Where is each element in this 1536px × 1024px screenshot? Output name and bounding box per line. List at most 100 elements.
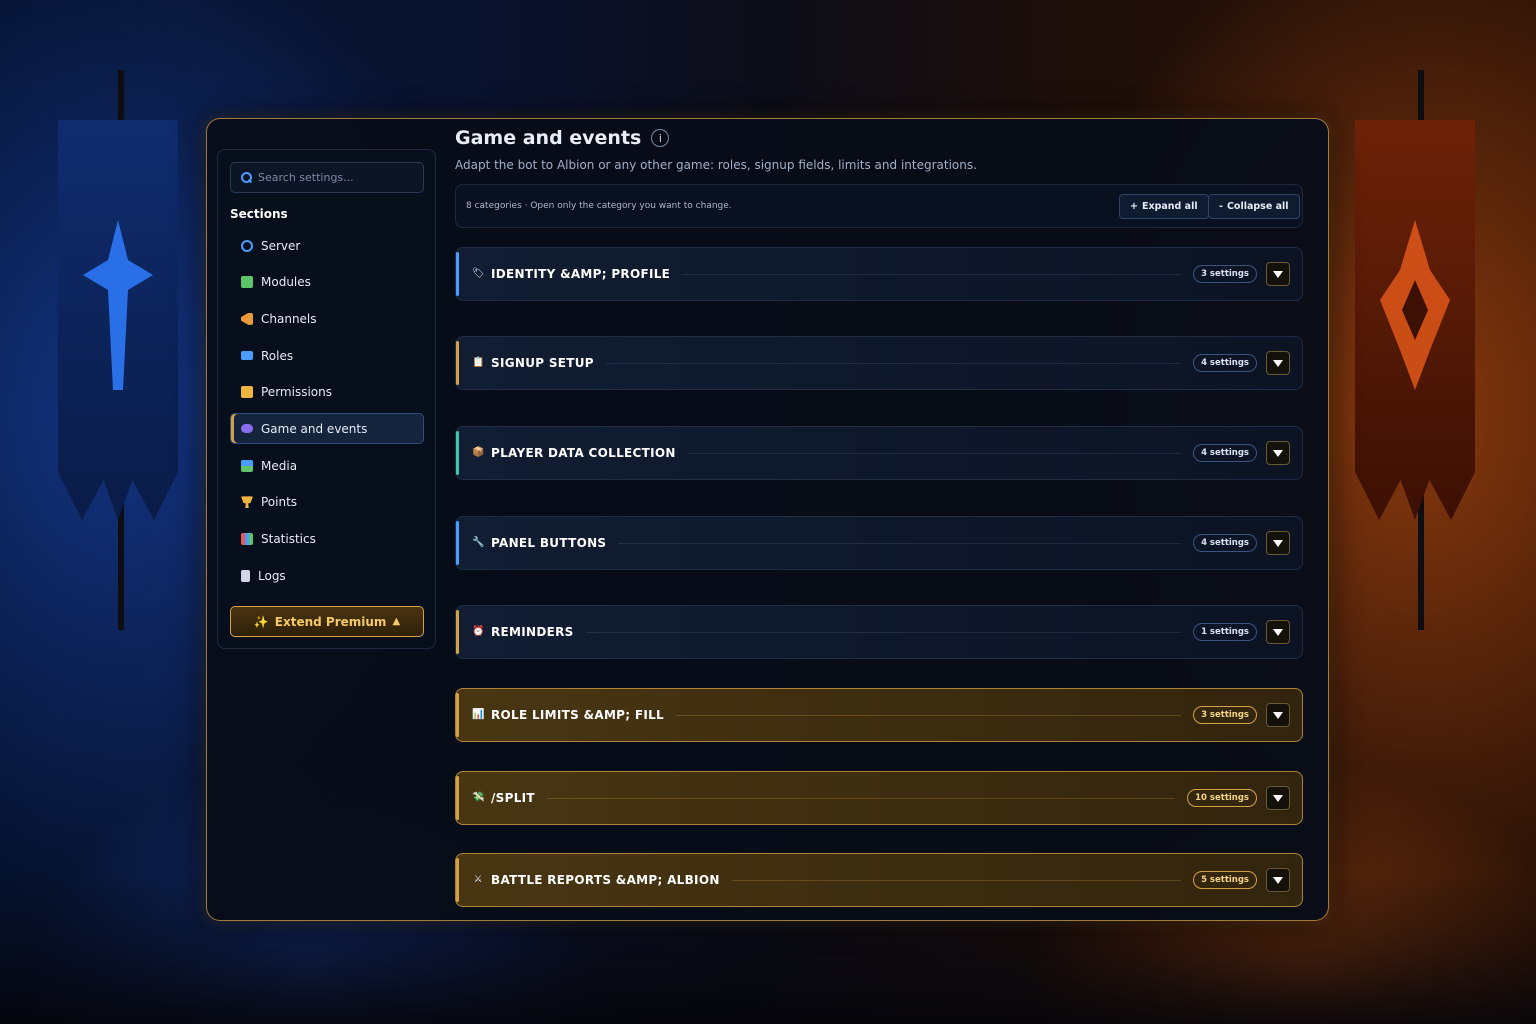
category-divider <box>676 714 1182 716</box>
plus-icon: + <box>1130 201 1138 212</box>
bar-chart-icon <box>241 533 253 545</box>
picture-icon <box>241 459 253 472</box>
sidebar-item-label: Roles <box>261 348 294 363</box>
sidebar-item-label: Server <box>261 238 301 253</box>
sidebar-item-label: Logs <box>258 568 286 583</box>
category-divider <box>585 631 1182 633</box>
category-identity-profile[interactable]: 🏷 IDENTITY &AMP; PROFILE 3 settings <box>455 247 1303 301</box>
sections-title: Sections <box>230 207 288 221</box>
category-title: PLAYER DATA COLLECTION <box>491 446 676 460</box>
sidebar-item-channels[interactable]: Channels <box>230 303 424 334</box>
category-divider <box>546 797 1176 799</box>
settings-count-badge: 3 settings <box>1193 706 1257 724</box>
category-battle-reports-albion[interactable]: ⚔ BATTLE REPORTS &AMP; ALBION 5 settings <box>455 853 1303 907</box>
expand-toggle[interactable] <box>1266 531 1290 555</box>
chevron-down-icon <box>1273 359 1283 367</box>
sidebar-item-roles[interactable]: Roles <box>230 340 424 371</box>
money-icon: 💸 <box>472 792 485 803</box>
page-subtitle: Adapt the bot to Albion or any other gam… <box>455 158 977 172</box>
chevron-down-icon <box>1273 794 1283 802</box>
expand-toggle[interactable] <box>1266 351 1290 375</box>
sidebar-item-statistics[interactable]: Statistics <box>230 524 424 555</box>
box-icon: 📦 <box>472 447 485 458</box>
bar-chart-icon: 📊 <box>472 709 485 720</box>
expand-toggle[interactable] <box>1266 620 1290 644</box>
chevron-down-icon <box>1273 711 1283 719</box>
category-summary: 8 categories · Open only the category yo… <box>466 201 732 211</box>
category-title: REMINDERS <box>491 625 574 639</box>
settings-count-badge: 10 settings <box>1187 789 1257 807</box>
minus-icon: - <box>1219 201 1223 212</box>
globe-icon <box>241 239 253 252</box>
settings-panel: Sections Server Modules Channels Roles P… <box>206 118 1329 921</box>
category-divider <box>618 542 1182 544</box>
puzzle-icon <box>241 276 253 289</box>
category-panel-buttons[interactable]: 🔧 PANEL BUTTONS 4 settings <box>455 516 1303 570</box>
premium-label: Extend Premium <box>274 614 387 629</box>
page-title: Game and events i <box>455 127 670 149</box>
category-reminders[interactable]: ⏰ REMINDERS 1 settings <box>455 605 1303 659</box>
sidebar-item-label: Permissions <box>261 385 332 400</box>
crossed-swords-icon: ⚔ <box>473 874 483 885</box>
clipboard-icon: 📋 <box>472 357 485 368</box>
expand-toggle[interactable] <box>1266 786 1290 810</box>
chevron-down-icon <box>1273 539 1283 547</box>
sidebar-item-logs[interactable]: Logs <box>230 560 424 591</box>
wrench-icon: 🔧 <box>472 537 485 548</box>
category-role-limits-fill[interactable]: 📊 ROLE LIMITS &AMP; FILL 3 settings <box>455 688 1303 742</box>
sidebar-item-modules[interactable]: Modules <box>230 267 424 298</box>
settings-count-badge: 5 settings <box>1193 871 1257 889</box>
expand-all-label: Expand all <box>1141 201 1198 212</box>
category-toolbar: 8 categories · Open only the category yo… <box>455 184 1303 228</box>
sidebar-item-media[interactable]: Media <box>230 450 424 481</box>
expand-toggle[interactable] <box>1266 441 1290 465</box>
category-divider <box>682 273 1182 275</box>
search-box[interactable] <box>230 162 424 193</box>
expand-toggle[interactable] <box>1266 703 1290 727</box>
settings-count-badge: 4 settings <box>1193 444 1257 462</box>
category-title: /SPLIT <box>491 791 535 805</box>
category-player-data-collection[interactable]: 📦 PLAYER DATA COLLECTION 4 settings <box>455 426 1303 480</box>
sidebar-item-label: Modules <box>261 275 311 290</box>
settings-count-badge: 1 settings <box>1193 623 1257 641</box>
orange-banner-decoration <box>1355 120 1475 520</box>
extend-premium-button[interactable]: ✨ Extend Premium ▲ <box>230 606 424 637</box>
tag-icon: 🏷 <box>472 268 485 279</box>
search-input[interactable] <box>258 171 408 184</box>
category-divider <box>731 879 1182 881</box>
sidebar-item-game-and-events[interactable]: Game and events <box>230 413 424 445</box>
id-card-icon <box>241 351 253 361</box>
expand-toggle[interactable] <box>1266 868 1290 892</box>
trophy-icon <box>241 496 253 509</box>
expand-all-button[interactable]: + Expand all <box>1119 194 1209 219</box>
sidebar-item-permissions[interactable]: Permissions <box>230 377 424 408</box>
info-icon[interactable]: i <box>651 129 670 147</box>
sidebar-item-points[interactable]: Points <box>230 487 424 518</box>
chevron-down-icon <box>1273 449 1283 457</box>
category-divider <box>687 452 1182 454</box>
alarm-clock-icon: ⏰ <box>472 626 485 637</box>
category-signup-setup[interactable]: 📋 SIGNUP SETUP 4 settings <box>455 336 1303 390</box>
lock-icon <box>241 386 253 399</box>
settings-count-badge: 4 settings <box>1193 354 1257 372</box>
gamepad-icon <box>241 424 253 434</box>
chevron-down-icon <box>1273 628 1283 636</box>
megaphone-icon <box>241 312 253 325</box>
triangle-up-icon: ▲ <box>392 616 401 627</box>
sidebar-item-server[interactable]: Server <box>230 230 424 261</box>
sidebar-item-label: Media <box>261 458 298 473</box>
page-title-text: Game and events <box>455 127 642 149</box>
category-title: ROLE LIMITS &AMP; FILL <box>491 708 665 722</box>
settings-count-badge: 3 settings <box>1193 265 1257 283</box>
flame-emblem-icon <box>1380 220 1450 390</box>
search-icon <box>241 172 252 183</box>
sidebar: Sections Server Modules Channels Roles P… <box>217 149 436 649</box>
section-nav: Server Modules Channels Roles Permission… <box>230 230 424 597</box>
category-title: PANEL BUTTONS <box>491 536 607 550</box>
sword-emblem-icon <box>83 220 153 390</box>
sidebar-item-label: Statistics <box>261 532 316 546</box>
category-split[interactable]: 💸 /SPLIT 10 settings <box>455 771 1303 825</box>
category-divider <box>605 362 1182 364</box>
expand-toggle[interactable] <box>1266 262 1290 286</box>
collapse-all-button[interactable]: - Collapse all <box>1208 194 1300 219</box>
